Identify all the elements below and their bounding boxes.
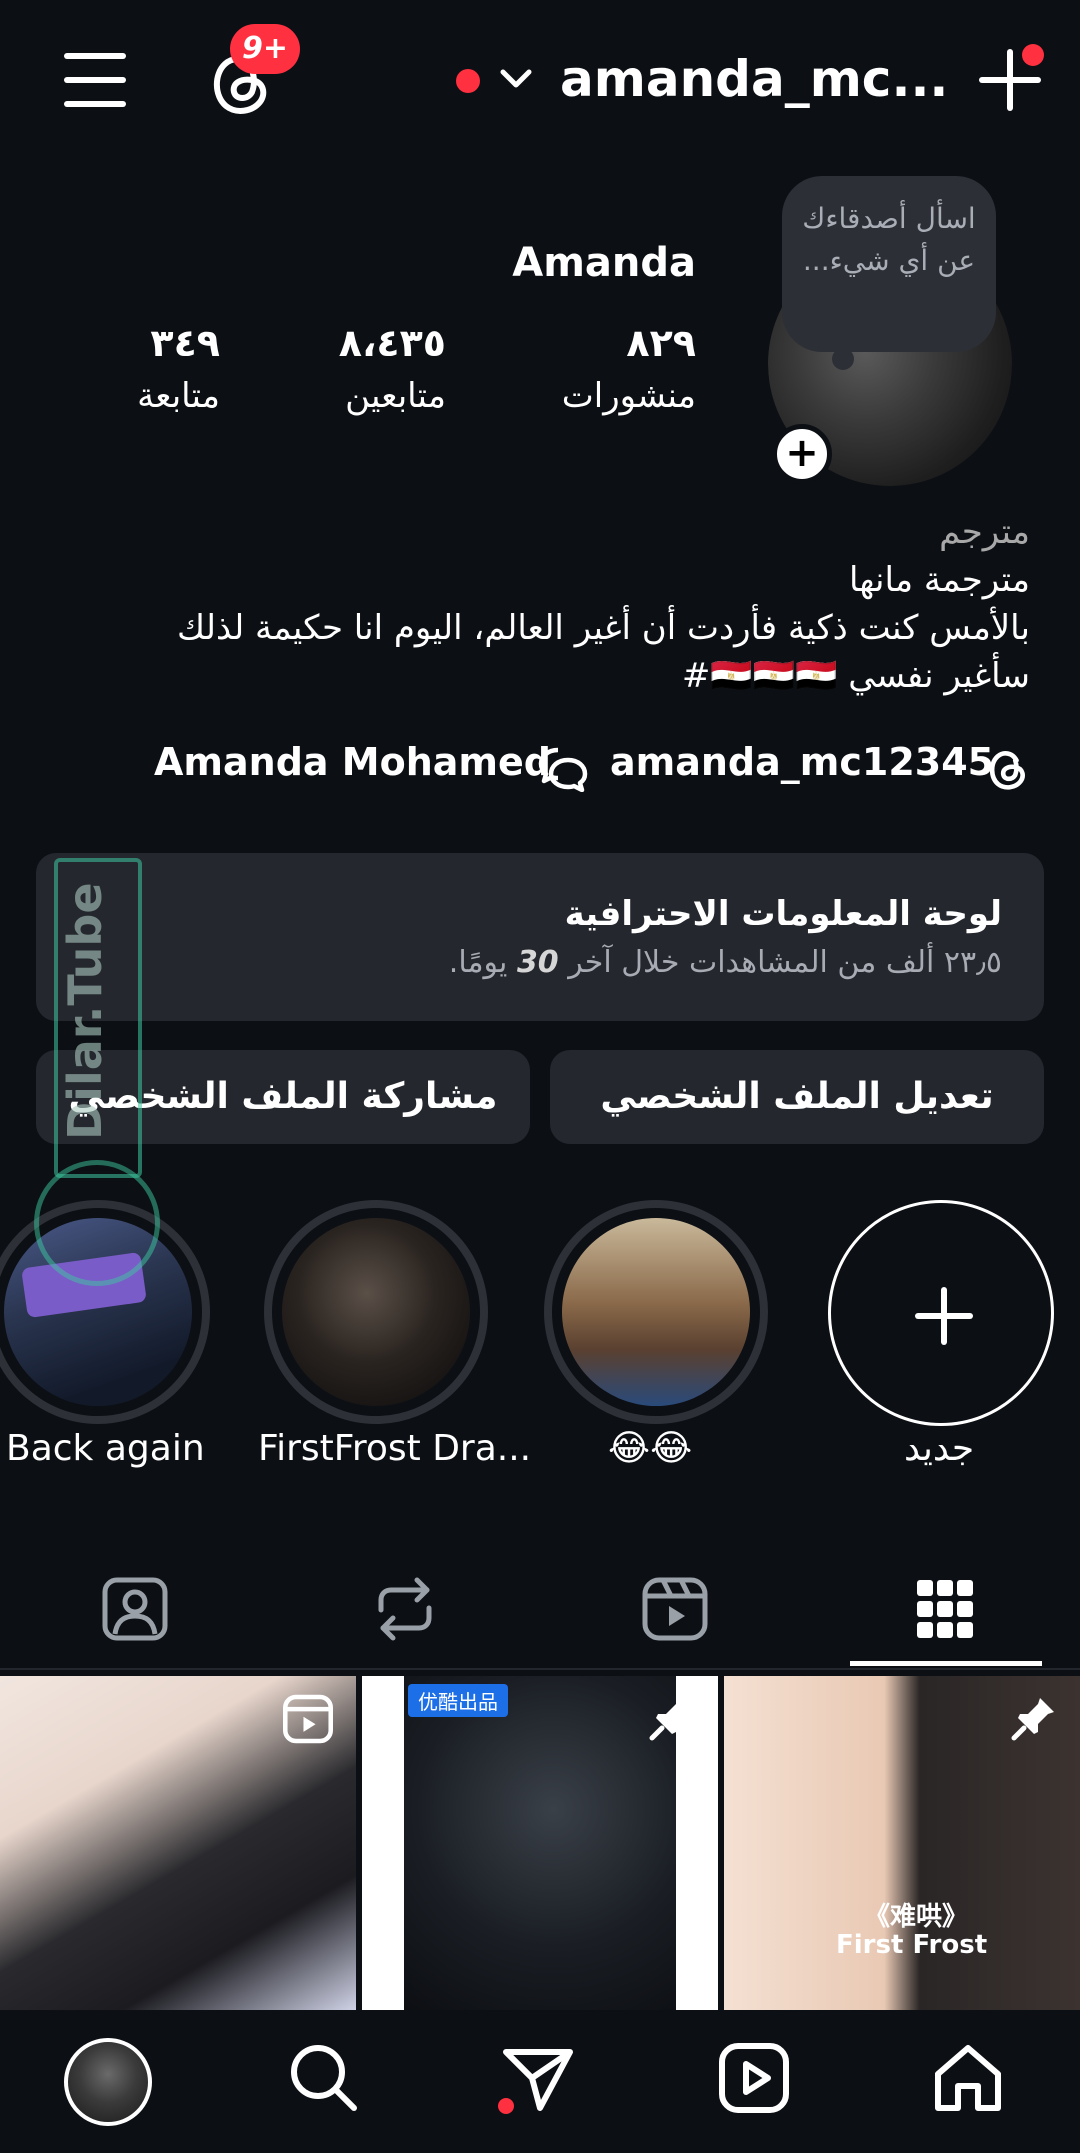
dashboard-subtitle-suffix: يومًا. [448,945,508,980]
tab-reels[interactable] [540,1550,810,1670]
post-source-tag: 优酷出品 [408,1684,508,1717]
reels-icon [642,1577,708,1641]
threads-link[interactable]: amanda_mc12345 [610,740,994,796]
note-bubble-tail [832,348,854,370]
threads-handle: amanda_mc12345 [610,740,995,784]
post-tile[interactable] [0,1676,356,2010]
threads-small-icon [986,746,1030,792]
highlight-label: Back again [6,1428,205,1469]
search-icon[interactable] [286,2040,370,2124]
following-count: ٣٤٩ [150,321,220,365]
watermark-text: Dilar.Tube [58,882,112,1140]
menu-icon[interactable] [64,52,126,108]
account-username[interactable]: amanda_mc... [560,50,948,108]
tab-grid[interactable] [810,1550,1080,1670]
add-story-icon[interactable]: + [772,424,832,484]
repost-icon [378,1577,432,1641]
post-tile[interactable]: 优酷出品 [362,1676,718,2010]
post-title-chinese: 《难哄》 [864,1902,969,1932]
highlight-firstfrost[interactable] [264,1200,488,1424]
watermark-logo [34,1160,160,1286]
messenger-chat-icon [538,746,588,792]
dashboard-subtitle: ٢٣٫٥ ألف من المشاهدات خلال آخر 30 يومًا. [78,939,1002,987]
new-highlight-button[interactable] [828,1200,1054,1426]
account-status-dot [456,69,480,93]
tabs-divider [0,1668,1080,1670]
pin-icon [1010,1694,1058,1742]
top-bar: 9+ amanda_mc... [0,0,1080,160]
profile-tabs [0,1550,1080,1670]
followers-count: ٨،٤٣٥ [338,321,446,365]
tab-reposts[interactable] [270,1550,540,1670]
grid-icon [917,1580,973,1638]
reel-icon [282,1694,334,1744]
highlight-label: جديد [904,1428,975,1469]
notification-badge: 9+ [230,24,300,74]
chevron-down-icon[interactable] [500,68,532,90]
display-name: Amanda [512,240,696,286]
dashboard-subtitle-prefix: ٢٣٫٥ ألف من المشاهدات خلال آخر [568,945,1002,980]
bio-line: مترجمة مانها [848,560,1030,600]
linked-account-name: Amanda Mohamed [154,740,551,784]
active-tab-indicator [850,1661,1042,1666]
note-bubble[interactable]: اسأل أصدقاءك عن أي شيء... [782,176,996,352]
professional-dashboard[interactable]: لوحة المعلومات الاحترافية ٢٣٫٥ ألف من ال… [36,853,1044,1021]
tab-tagged[interactable] [0,1550,270,1670]
followers-stat[interactable]: ٨،٤٣٥ متابعين [226,318,446,424]
highlight-label: FirstFrost Dra... [258,1428,532,1469]
messages-notification-dot [498,2098,514,2114]
dashboard-title: لوحة المعلومات الاحترافية [564,894,1002,934]
bio: مترجم مترجمة مانها بالأمس كنت ذكية فأردت… [70,508,1030,700]
home-icon[interactable] [930,2040,1014,2124]
posts-stat[interactable]: ٨٢٩ منشورات [476,318,696,424]
posts-count: ٨٢٩ [626,321,696,365]
direct-message-icon[interactable] [500,2040,584,2124]
posts-label: منشورات [561,376,696,416]
following-stat[interactable]: ٣٤٩ متابعة [0,318,220,424]
highlight-laugh[interactable] [544,1200,768,1424]
edit-profile-button[interactable]: تعديل الملف الشخصي [550,1050,1044,1144]
profile-nav-avatar[interactable] [64,2038,152,2126]
tagged-icon [102,1577,168,1641]
followers-label: متابعين [345,376,446,416]
linked-account-link[interactable]: Amanda Mohamed [154,740,551,796]
profile-category: مترجم [939,512,1030,552]
reels-nav-icon[interactable] [716,2040,800,2124]
create-notification-dot [1022,44,1044,66]
following-label: متابعة [137,376,220,416]
highlight-label: 😂😂 [608,1428,693,1469]
bottom-navigation [0,2010,1080,2153]
pin-icon [648,1694,696,1742]
dashboard-days: 30 [516,945,559,980]
bio-line: بالأمس كنت ذكية فأردت أن أغير العالم، ال… [177,608,1030,648]
post-title-english: First Frost [836,1930,988,1960]
bio-line: سأغير نفسي 🇪🇬🇪🇬🇪🇬# [681,656,1030,696]
